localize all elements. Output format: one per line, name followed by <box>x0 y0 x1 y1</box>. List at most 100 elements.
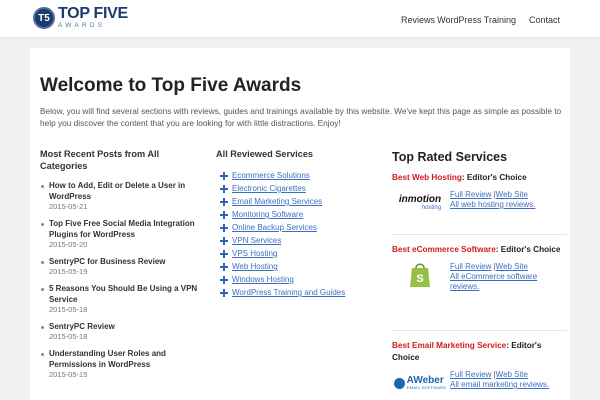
post-date: 2015-05-21 <box>49 202 88 211</box>
service-link[interactable]: Monitoring Software <box>232 210 303 219</box>
post-date: 2015-05-18 <box>49 332 88 341</box>
post-date: 2015-05-15 <box>49 370 88 379</box>
all-reviews-link[interactable]: All eCommerce software reviews. <box>450 272 537 291</box>
logo-wordmark: TOP FIVE AWARDS <box>58 6 128 30</box>
post-item: SentryPC for Business Review 2015-05-19 <box>40 256 210 277</box>
rated-category: Best Web Hosting <box>392 173 462 182</box>
service-item: Web Hosting <box>220 260 345 273</box>
web-site-link[interactable]: Web Site <box>496 370 528 379</box>
full-review-link[interactable]: Full Review <box>450 190 491 199</box>
site-logo[interactable]: T5 TOP FIVE AWARDS <box>33 4 128 32</box>
service-item: Email Marketing Services <box>220 195 345 208</box>
post-item: 5 Reasons You Should Be Using a VPN Serv… <box>40 283 210 315</box>
service-item: WordPress Training and Guides <box>220 286 345 299</box>
rated-email-marketing: Best Email Marketing Service: Editor's C… <box>392 340 567 396</box>
inmotion-logo-text: inmotion <box>398 194 442 205</box>
nav-contact[interactable]: Contact <box>529 15 560 25</box>
rated-suffix: : Editor's Choice <box>495 245 561 254</box>
services-heading: All Reviewed Services <box>216 149 314 159</box>
nav-wordpress-training[interactable]: WordPress Training <box>437 15 516 25</box>
shopify-logo[interactable]: S <box>392 262 448 288</box>
plus-icon <box>220 236 228 245</box>
post-link[interactable]: 5 Reasons You Should Be Using a VPN Serv… <box>49 283 210 305</box>
rated-suffix: : Editor's Choice <box>461 173 527 182</box>
plus-icon <box>220 210 228 219</box>
services-list: Ecommerce Solutions Electronic Cigarette… <box>220 169 345 299</box>
service-item: Ecommerce Solutions <box>220 169 345 182</box>
post-link[interactable]: Understanding User Roles and Permissions… <box>49 348 210 370</box>
nav-reviews[interactable]: Reviews <box>401 15 435 25</box>
post-item: Top Five Free Social Media Integration P… <box>40 218 210 250</box>
rated-heading: Best Web Hosting: Editor's Choice <box>392 172 567 184</box>
service-item: VPN Services <box>220 234 345 247</box>
service-item: Electronic Cigarettes <box>220 182 345 195</box>
service-item: Windows Hosting <box>220 273 345 286</box>
service-link[interactable]: VPS Hosting <box>232 249 277 258</box>
post-link[interactable]: SentryPC for Business Review <box>49 256 210 267</box>
plus-icon <box>220 223 228 232</box>
rated-links: Full Review |Web Site All eCommerce soft… <box>450 262 567 292</box>
page-title: Welcome to Top Five Awards <box>40 75 302 96</box>
content-card: Welcome to Top Five Awards Below, you wi… <box>30 48 570 400</box>
rated-body: S Full Review |Web Site All eCommerce so… <box>392 262 567 292</box>
post-item: SentryPC Review 2015-05-18 <box>40 321 210 342</box>
service-link[interactable]: Electronic Cigarettes <box>232 184 306 193</box>
post-date: 2015-05-18 <box>49 305 88 314</box>
page-intro: Below, you will find several sections wi… <box>40 106 562 128</box>
rated-links: Full Review |Web Site All email marketin… <box>450 370 549 390</box>
service-link[interactable]: Windows Hosting <box>232 275 294 284</box>
logo-sub-text: AWARDS <box>58 22 106 30</box>
rated-category: Best Email Marketing Service <box>392 341 507 350</box>
service-link[interactable]: VPN Services <box>232 236 281 245</box>
svg-text:S: S <box>416 273 423 285</box>
post-link[interactable]: How to Add, Edit or Delete a User in Wor… <box>49 180 210 202</box>
aweber-mark-icon <box>393 377 405 389</box>
web-site-link[interactable]: Web Site <box>496 190 528 199</box>
logo-main-text: TOP FIVE <box>58 5 128 23</box>
rated-links: Full Review |Web Site All web hosting re… <box>450 190 535 210</box>
section-divider <box>392 234 567 235</box>
post-item: How to Add, Edit or Delete a User in Wor… <box>40 180 210 212</box>
rated-heading: Best eCommerce Software: Editor's Choice <box>392 244 567 256</box>
service-link[interactable]: Online Backup Services <box>232 223 317 232</box>
all-reviews-link[interactable]: All web hosting reviews. <box>450 200 535 209</box>
aweber-logo-sub: EMAIL SOFTWARE <box>406 385 447 390</box>
rated-heading: Best Email Marketing Service: Editor's C… <box>392 340 567 364</box>
recent-posts-list: How to Add, Edit or Delete a User in Wor… <box>40 180 210 386</box>
rated-body: AWeber EMAIL SOFTWARE Full Review |Web S… <box>392 370 567 396</box>
all-reviews-link[interactable]: All email marketing reviews. <box>450 380 549 389</box>
recent-posts-heading: Most Recent Posts from All Categories <box>40 149 160 171</box>
rated-web-hosting: Best Web Hosting: Editor's Choice inmoti… <box>392 172 567 216</box>
shopping-bag-icon: S <box>410 263 430 287</box>
service-link[interactable]: Email Marketing Services <box>232 197 322 206</box>
plus-icon <box>220 288 228 297</box>
full-review-link[interactable]: Full Review <box>450 262 491 271</box>
plus-icon <box>220 249 228 258</box>
inmotion-logo-sub: hosting <box>421 205 442 211</box>
post-date: 2015-05-19 <box>49 267 88 276</box>
rated-ecommerce: Best eCommerce Software: Editor's Choice… <box>392 244 567 292</box>
service-link[interactable]: Web Hosting <box>232 262 278 271</box>
post-item: Understanding User Roles and Permissions… <box>40 348 210 380</box>
full-review-link[interactable]: Full Review <box>450 370 491 379</box>
post-link[interactable]: SentryPC Review <box>49 321 210 332</box>
plus-icon <box>220 262 228 271</box>
post-date: 2015-05-20 <box>49 240 88 249</box>
top-rated-heading: Top Rated Services <box>392 150 508 164</box>
service-item: Online Backup Services <box>220 221 345 234</box>
service-item: Monitoring Software <box>220 208 345 221</box>
service-item: VPS Hosting <box>220 247 345 260</box>
service-link[interactable]: Ecommerce Solutions <box>232 171 310 180</box>
post-link[interactable]: Top Five Free Social Media Integration P… <box>49 218 210 240</box>
inmotion-logo[interactable]: inmotion hosting <box>392 190 448 216</box>
web-site-link[interactable]: Web Site <box>496 262 528 271</box>
service-link[interactable]: WordPress Training and Guides <box>232 288 345 297</box>
aweber-logo[interactable]: AWeber EMAIL SOFTWARE <box>392 370 448 396</box>
plus-icon <box>220 171 228 180</box>
rated-body: inmotion hosting Full Review |Web Site A… <box>392 190 567 216</box>
award-badge-icon: T5 <box>33 7 55 29</box>
site-header: T5 TOP FIVE AWARDS Reviews WordPress Tra… <box>0 0 600 38</box>
rated-category: Best eCommerce Software <box>392 245 496 254</box>
plus-icon <box>220 275 228 284</box>
plus-icon <box>220 197 228 206</box>
